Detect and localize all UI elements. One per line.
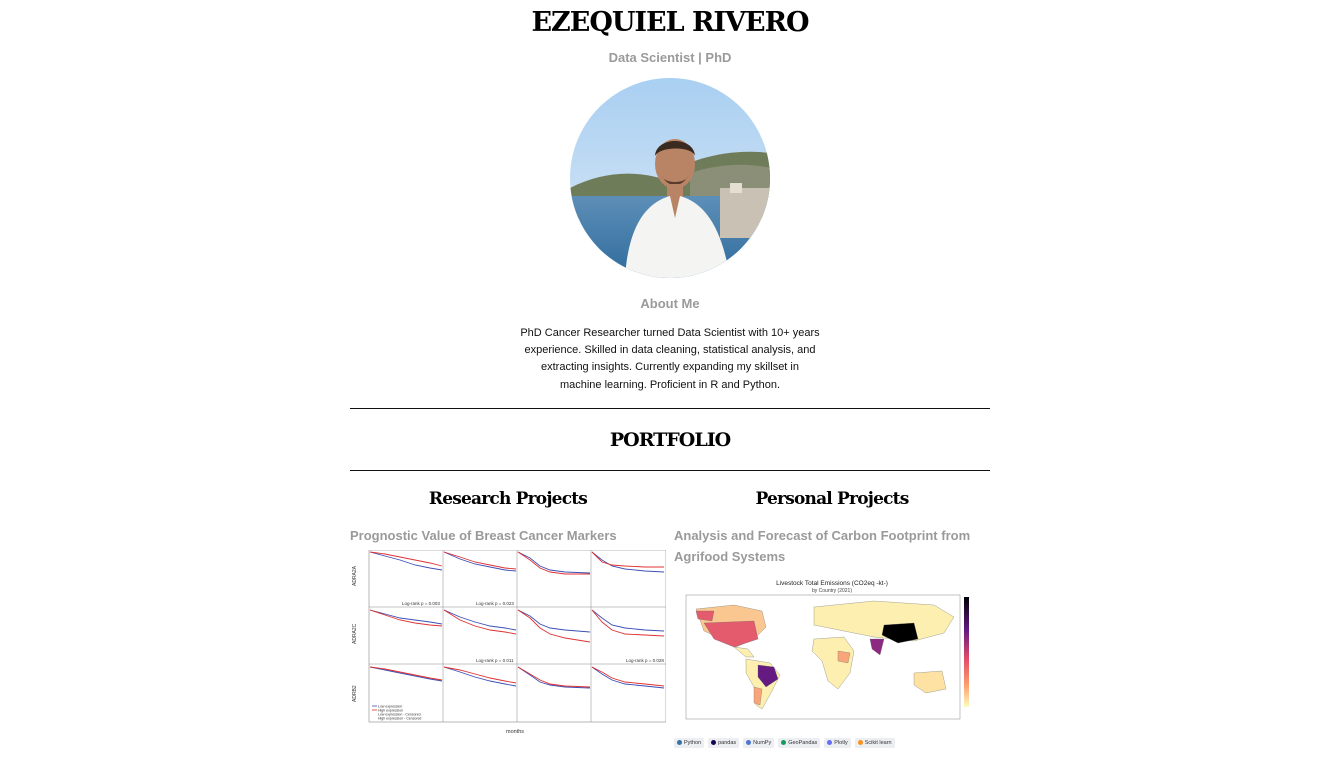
tag-geopandas[interactable]: GeoPandas [778, 737, 821, 748]
research-heading: Research Projects [428, 488, 588, 509]
pandas-icon [711, 740, 717, 746]
tag-label: Scikit learn [864, 739, 892, 746]
profile-subtitle: Data Scientist | PhD [608, 50, 732, 65]
avatar [570, 78, 770, 278]
divider [350, 469, 990, 471]
tag-label: pandas [718, 739, 737, 746]
tag-pandas[interactable]: pandas [708, 737, 740, 748]
personal-column: Personal Projects Analysis and Forecast … [674, 485, 990, 748]
tag-python[interactable]: Python [674, 737, 705, 748]
tag-label: NumPy [753, 739, 772, 746]
tag-label: Plotly [834, 739, 848, 746]
plotly-icon [827, 740, 833, 746]
pvalue-label: Log-rank p = 0.011 [476, 658, 514, 663]
tech-tags: Python pandas NumPy GeoPandas Plotly Sci… [674, 737, 990, 748]
page: EZEQUIEL RIVERO Data Scientist | PhD Abo… [350, 0, 990, 748]
x-axis-label: months [506, 729, 524, 735]
row-label: ADRA2A [352, 565, 358, 586]
tag-scikit-learn[interactable]: Scikit learn [854, 737, 895, 748]
python-icon [677, 740, 682, 746]
tag-label: Python [684, 739, 702, 746]
map-subtitle: by Country (2021) [812, 588, 852, 594]
numpy-icon [746, 740, 752, 746]
tag-plotly[interactable]: Plotly [824, 737, 851, 748]
legend-label: High expression - Censored [378, 716, 421, 720]
pvalue-label: Log-rank p = 0.023 [476, 601, 514, 606]
emissions-map-figure[interactable]: Livestock Total Emissions (CO2eq -kt-) b… [674, 577, 990, 734]
profile-name: EZEQUIEL RIVERO [531, 7, 809, 38]
personal-heading: Personal Projects [755, 488, 910, 509]
scikit-learn-icon [857, 740, 863, 746]
divider [350, 407, 990, 409]
row-label: ADRB2 [352, 685, 358, 702]
pvalue-label: Log-rank p = 0.028 [626, 658, 664, 663]
research-column: Research Projects Prognostic Value of Br… [350, 485, 667, 748]
research-project-title[interactable]: Prognostic Value of Breast Cancer Marker… [350, 525, 666, 546]
tag-numpy[interactable]: NumPy [743, 737, 775, 748]
portfolio-columns: Research Projects Prognostic Value of Br… [350, 485, 990, 748]
portfolio-heading: PORTFOLIO [609, 428, 731, 451]
about-heading: About Me [640, 296, 700, 311]
pvalue-label: Log-rank p = 0.003 [402, 601, 440, 606]
row-label: ADRA2C [352, 623, 358, 644]
about-text: PhD Cancer Researcher turned Data Scient… [520, 327, 820, 391]
personal-project-title[interactable]: Analysis and Forecast of Carbon Footprin… [674, 525, 990, 567]
tag-label: GeoPandas [788, 739, 818, 746]
survival-figure[interactable]: Log-rank p = 0.003 Log-rank p = 0.023 Lo… [350, 549, 667, 741]
map-title: Livestock Total Emissions (CO2eq -kt-) [776, 580, 888, 587]
geopandas-icon [781, 740, 787, 746]
